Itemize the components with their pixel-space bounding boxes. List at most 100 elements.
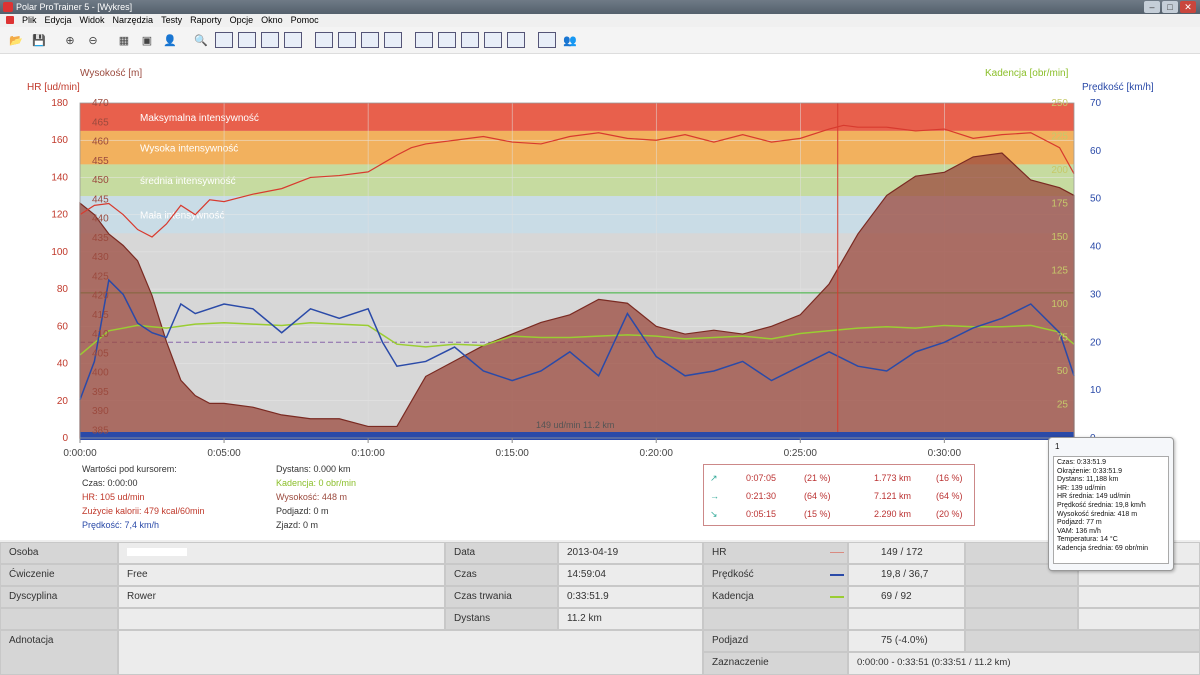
hr-tick-label: 120	[51, 210, 68, 221]
save-icon[interactable]: 💾	[29, 30, 49, 50]
zaznaczenie-value: 0:00:00 - 0:33:51 (0:33:51 / 11.2 km)	[848, 652, 1200, 675]
menu-widok[interactable]: Widok	[76, 14, 109, 27]
dystans-value: 11.2 km	[558, 608, 703, 630]
lap-info-line: Wysokość średnia: 418 m	[1057, 510, 1138, 518]
toolbar: 📂 💾 ⊕ ⊖ ▦ ▣ 👤 🔍 👥	[0, 27, 1200, 54]
open-folder-icon[interactable]: 📂	[6, 30, 26, 50]
menu-edycja[interactable]: Edycja	[41, 14, 76, 27]
slope-row-up: ↗ 0:07:05 (21 %) 1.773 km (16 %)	[704, 469, 974, 487]
slope-row-flat: → 0:21:30 (64 %) 7.121 km (64 %)	[704, 487, 974, 505]
zoom-1-1-icon[interactable]	[214, 30, 234, 50]
graph-5-icon[interactable]	[506, 30, 526, 50]
slope-distance: 2.290 km	[874, 509, 912, 519]
cadence-tick-label: 250	[1051, 98, 1068, 109]
slope-row-down: ↘ 0:05:15 (15 %) 2.290 km (20 %)	[704, 505, 974, 523]
cursor-values-right: Dystans: 0.000 km Kadencja: 0 obr/min Wy…	[276, 462, 356, 532]
menu-pomoc[interactable]: Pomoc	[287, 14, 323, 27]
osoba-label: Osoba	[0, 542, 118, 564]
swim-icon[interactable]	[283, 30, 303, 50]
czas-trwania-value: 0:33:51.9	[558, 586, 703, 608]
graph-4-icon[interactable]	[483, 30, 503, 50]
speed-tick-label: 50	[1090, 194, 1102, 205]
data-label: Data	[445, 542, 558, 564]
hr-label: HR	[703, 542, 848, 564]
lap-info-body: Czas: 0:33:51.9 Okrążenie: 0:33:51.9 Dysta…	[1053, 456, 1169, 564]
close-button[interactable]: ✕	[1180, 1, 1196, 13]
adnotacja-label: Adnotacja	[0, 630, 118, 675]
workout-chart[interactable]: Maksymalna intensywność Wysoka intensywno…	[0, 54, 1200, 464]
lap-info-popup[interactable]: 1 Czas: 0:33:51.9 Okrążenie: 0:33:51.9 Dys…	[1048, 437, 1174, 571]
percent-icon[interactable]	[360, 30, 380, 50]
time-tick-label: 0:15:00	[495, 448, 529, 459]
graph-3-icon-glyph	[461, 32, 479, 48]
menu-plik[interactable]: Plik	[18, 14, 41, 27]
calendar-icon[interactable]: ▦	[114, 30, 134, 50]
maximize-button[interactable]: □	[1162, 1, 1178, 13]
speed-axis-label: Prędkość [km/h]	[1082, 82, 1154, 93]
graph-3-icon[interactable]	[460, 30, 480, 50]
zoom-icon[interactable]: 🔍	[191, 30, 211, 50]
menu-opcje[interactable]: Opcje	[226, 14, 258, 27]
altitude-tick-label: 430	[92, 252, 109, 263]
empty-value-2	[848, 608, 965, 630]
hr-tick-label: 100	[51, 247, 68, 258]
data-value: 2013-04-19	[558, 542, 703, 564]
speed-tick-label: 30	[1090, 289, 1102, 300]
altitude-tick-label: 405	[92, 348, 109, 359]
add-icon[interactable]: ⊕	[60, 30, 80, 50]
compare-icon[interactable]	[237, 30, 257, 50]
adnotacja-field[interactable]	[118, 630, 703, 675]
report-icon[interactable]	[537, 30, 557, 50]
minimize-button[interactable]: –	[1144, 1, 1160, 13]
graph-2-icon[interactable]	[437, 30, 457, 50]
title-bar: Polar ProTrainer 5 - [Wykres] – □ ✕	[0, 0, 1200, 14]
hr-zone-label: Wysoka intensywność	[140, 144, 238, 155]
book-icon[interactable]: ▣	[137, 30, 157, 50]
graph-5-icon-glyph	[507, 32, 525, 48]
altitude-tick-label: 425	[92, 271, 109, 282]
menu-raporty[interactable]: Raporty	[186, 14, 226, 27]
altitude-tick-label: 450	[92, 175, 109, 186]
altitude-tick-label: 410	[92, 329, 109, 340]
altitude-tick-label: 435	[92, 233, 109, 244]
hr-curve-icon[interactable]	[314, 30, 334, 50]
percent-icon-glyph	[361, 32, 379, 48]
slope-time: 0:07:05	[746, 473, 777, 483]
kadencja-label: Kadencja	[703, 586, 848, 608]
bar-chart-icon-glyph	[338, 32, 356, 48]
lap-info-line: Kadencja średnia: 69 obr/min	[1057, 544, 1149, 552]
hr-zone-label: średnia intensywność	[140, 176, 236, 187]
hr-tick-label: 20	[57, 396, 69, 407]
speed-tick-label: 20	[1090, 337, 1102, 348]
altitude-tick-label: 465	[92, 117, 109, 128]
hr-zone-label: Mała intensywność	[140, 211, 224, 222]
bar-chart-icon[interactable]	[337, 30, 357, 50]
altitude-tick-label: 445	[92, 194, 109, 205]
average-label: 149 ud/min 11.2 km	[536, 420, 614, 430]
slope-distance-pct: (20 %)	[936, 509, 963, 519]
slope-time-pct: (15 %)	[804, 509, 831, 519]
cadence-legend-line	[830, 596, 844, 598]
menu-okno[interactable]: Okno	[257, 14, 287, 27]
menu-narzedzia[interactable]: Narzędzia	[109, 14, 158, 27]
lap-icon[interactable]	[260, 30, 280, 50]
lap-info-line: Podjazd: 77 m	[1057, 519, 1102, 527]
graph-1-icon[interactable]	[414, 30, 434, 50]
cursor-descent: Zjazd: 0 m	[276, 520, 319, 530]
hr-tick-label: 40	[57, 359, 69, 370]
time-tick-label: 0:20:00	[640, 448, 674, 459]
lap-info-line: HR średnia: 149 ud/min	[1057, 493, 1131, 501]
cadence-tick-label: 75	[1057, 333, 1069, 344]
altitude-tick-label: 460	[92, 137, 109, 148]
app-icon	[3, 2, 13, 12]
settings-icon[interactable]	[383, 30, 403, 50]
predkosc-value: 19,8 / 36,7	[848, 564, 965, 586]
cadence-tick-label: 25	[1057, 400, 1069, 411]
altitude-tick-label: 470	[92, 98, 109, 109]
user-icon[interactable]: 👤	[160, 30, 180, 50]
hr-tick-label: 60	[57, 321, 69, 332]
people-icon[interactable]: 👥	[560, 30, 580, 50]
remove-icon[interactable]: ⊖	[83, 30, 103, 50]
menu-testy[interactable]: Testy	[157, 14, 186, 27]
czas-label: Czas	[445, 564, 558, 586]
